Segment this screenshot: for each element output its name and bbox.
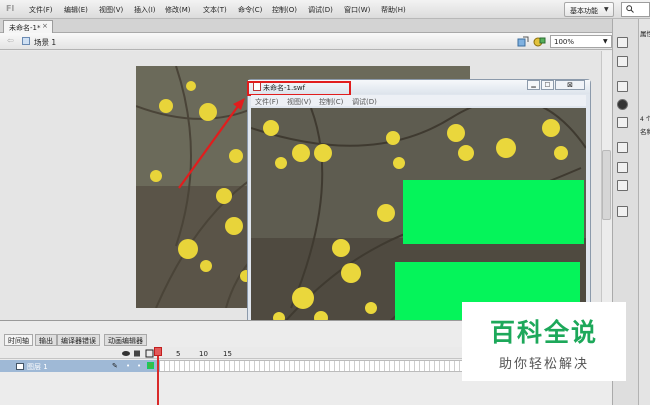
- menu-window[interactable]: 窗口(W): [344, 5, 370, 15]
- watermark-subtitle: 助你轻松解决: [498, 357, 589, 372]
- document-tab-bar: [0, 19, 612, 33]
- layer-row[interactable]: [0, 360, 160, 372]
- pencil-icon: ✎: [112, 362, 118, 370]
- properties-label: 属性: [640, 30, 650, 38]
- frame-number: 10: [199, 350, 208, 358]
- title-highlight-box: [247, 81, 351, 96]
- menu-control[interactable]: 控制(O): [272, 5, 297, 15]
- edit-scene-icon[interactable]: [533, 36, 546, 47]
- swf-menu-control[interactable]: 控制(C): [319, 97, 343, 107]
- swf-menu-view[interactable]: 视图(V): [287, 97, 311, 107]
- menu-help[interactable]: 帮助(H): [381, 5, 406, 15]
- playhead-handle[interactable]: [154, 347, 162, 356]
- tool-icon[interactable]: [617, 81, 628, 92]
- menu-edit[interactable]: 编辑(E): [64, 5, 88, 15]
- name-label: 名称: [640, 128, 650, 136]
- menu-text[interactable]: 文本(T): [203, 5, 227, 15]
- menu-modify[interactable]: 修改(M): [165, 5, 191, 15]
- pointer-arrow-annotation: [178, 98, 245, 189]
- tab-motion-editor[interactable]: 动画编辑器: [104, 334, 147, 346]
- tab-output[interactable]: 输出: [35, 334, 57, 346]
- chevron-down-icon: ▼: [603, 38, 608, 45]
- menu-debug[interactable]: 调试(D): [308, 5, 333, 15]
- back-arrow-icon[interactable]: ⇦: [7, 36, 14, 45]
- tool-icon[interactable]: [617, 37, 628, 48]
- tool-icon[interactable]: [617, 56, 628, 67]
- menu-view[interactable]: 视图(V): [99, 5, 123, 15]
- swf-menu-file[interactable]: 文件(F): [255, 97, 279, 107]
- tab-timeline[interactable]: 时间轴: [4, 334, 33, 346]
- tool-icon[interactable]: [617, 180, 628, 191]
- green-rectangle: [403, 180, 584, 244]
- app-logo: Fl: [6, 4, 15, 13]
- close-icon[interactable]: ×: [42, 22, 48, 30]
- tab-compiler-errors[interactable]: 编译器错误: [57, 334, 100, 346]
- tool-icon[interactable]: [617, 142, 628, 153]
- chevron-down-icon: ▼: [604, 6, 609, 13]
- dot-icon[interactable]: •: [126, 362, 130, 370]
- layer-visibility-icons[interactable]: [121, 349, 155, 358]
- minimize-button[interactable]: ▁: [527, 80, 540, 90]
- dot-icon[interactable]: •: [137, 362, 141, 370]
- tool-icon[interactable]: [617, 117, 628, 128]
- layer-color-swatch[interactable]: [147, 362, 154, 369]
- document-tab-title: 未命名-1*: [9, 24, 41, 32]
- frame-number: 5: [176, 350, 181, 358]
- close-button[interactable]: ⊠: [555, 80, 585, 90]
- scene-label[interactable]: 场景 1: [34, 37, 56, 48]
- menu-insert[interactable]: 插入(I): [134, 5, 156, 15]
- tool-icon[interactable]: [617, 206, 628, 217]
- maximize-button[interactable]: □: [541, 80, 554, 90]
- properties-count: 4 个: [640, 116, 650, 123]
- info-icon[interactable]: [617, 99, 628, 110]
- swf-menu-debug[interactable]: 调试(D): [352, 97, 377, 107]
- layer-name[interactable]: 图层 1: [27, 362, 48, 372]
- layer-icon: [16, 363, 24, 370]
- search-input[interactable]: [621, 2, 650, 17]
- menu-file[interactable]: 文件(F): [29, 5, 53, 15]
- properties-panel: [638, 19, 650, 405]
- search-icon: [626, 5, 634, 13]
- edit-symbols-icon[interactable]: [517, 36, 529, 47]
- scene-icon: [22, 37, 30, 45]
- menu-commands[interactable]: 命令(C): [238, 5, 262, 15]
- scrollbar-thumb[interactable]: [602, 150, 611, 220]
- frame-number: 15: [223, 350, 232, 358]
- watermark-title: 百科全说: [489, 318, 598, 347]
- tool-icon[interactable]: [617, 162, 628, 173]
